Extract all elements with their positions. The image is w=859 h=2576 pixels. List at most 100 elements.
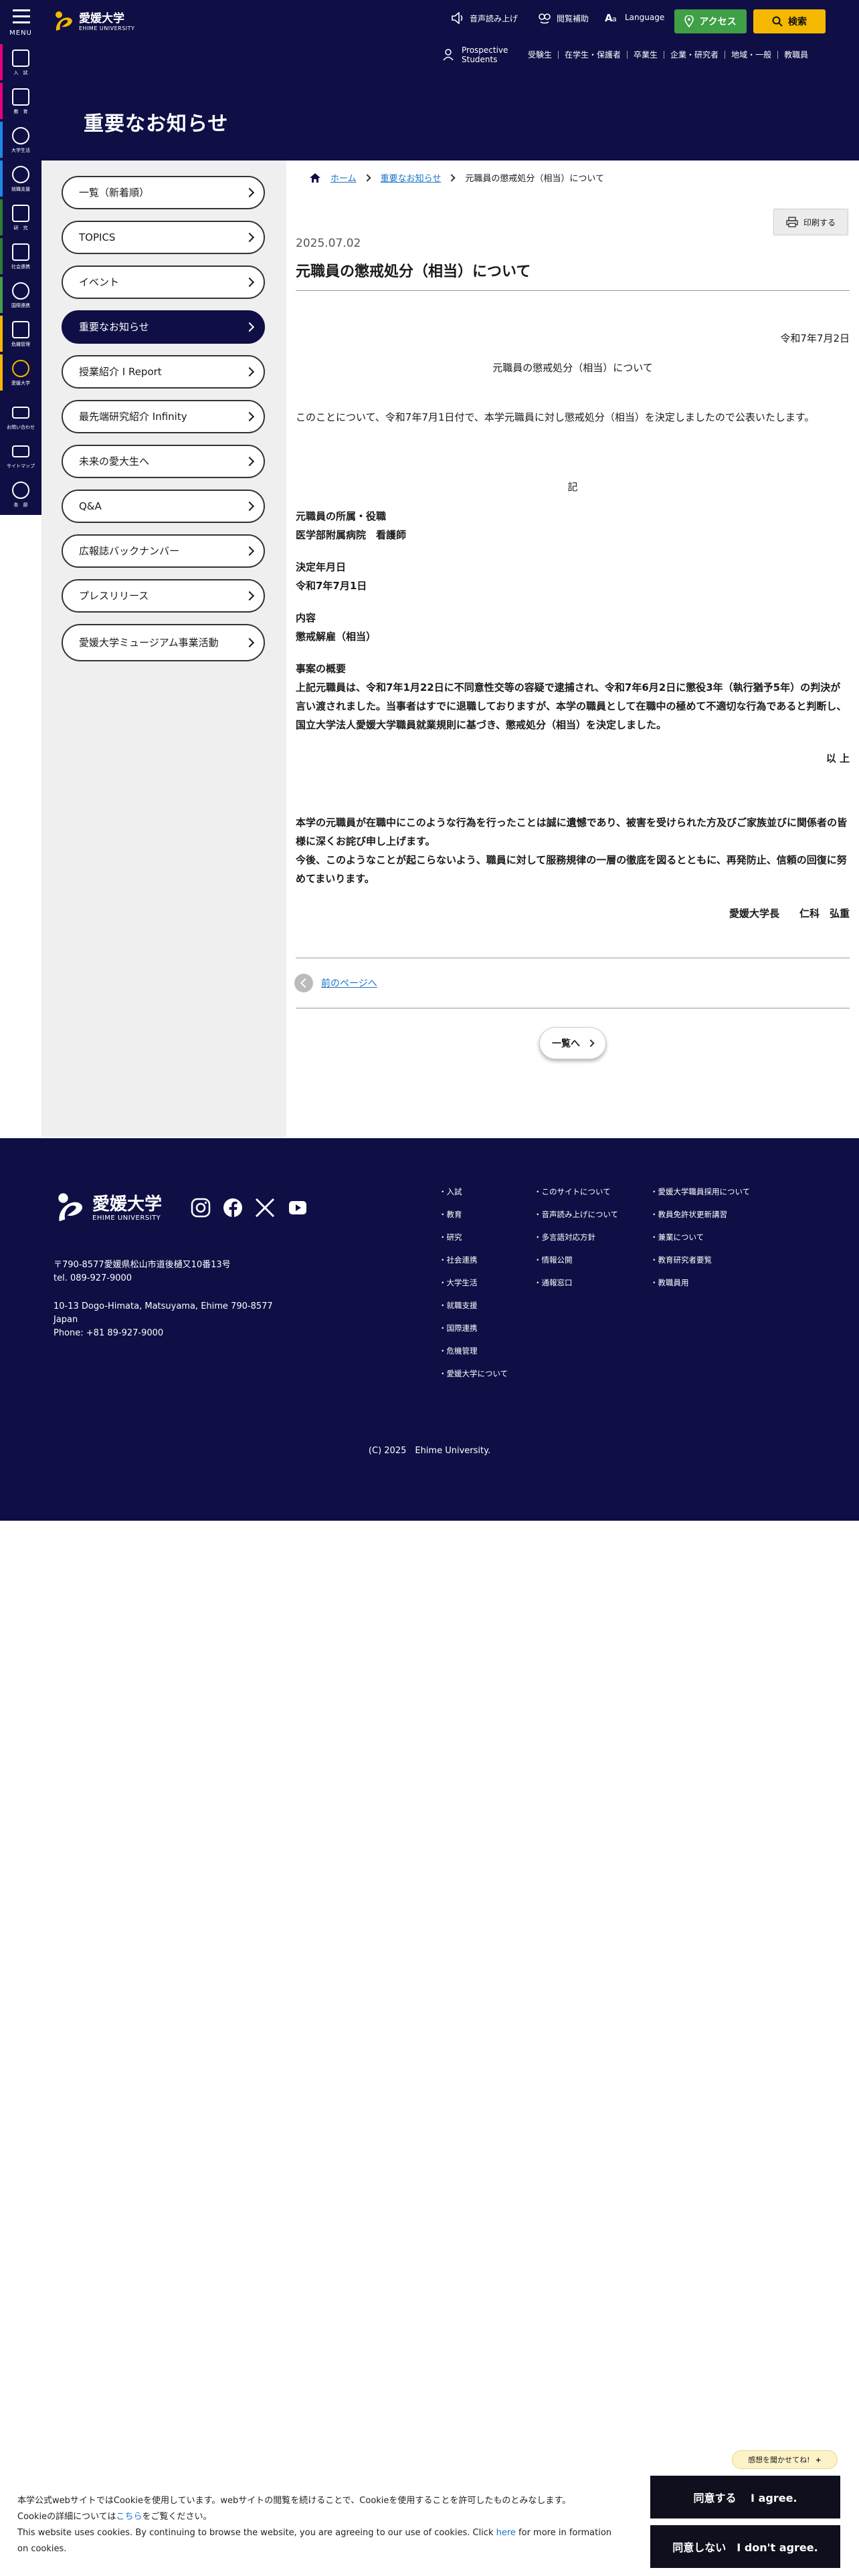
breadcrumb-parent[interactable]: 重要なお知らせ	[381, 171, 442, 184]
feedback-button[interactable]: 感想を聞かせてね! +	[732, 2450, 838, 2469]
rail-item-research[interactable]: 研 究	[0, 199, 41, 235]
audience-students[interactable]: 在学生・保護者	[558, 51, 627, 59]
site-logo[interactable]: 愛媛大学 EHIME UNIVERSITY	[52, 7, 134, 36]
map-pin-icon	[684, 15, 694, 27]
cookie-details-link-en[interactable]: here	[496, 2528, 516, 2538]
sidebar-item-label: 広報誌バックナンバー	[79, 544, 180, 557]
people-icon	[12, 127, 29, 144]
cookie-agree-button[interactable]: 同意する I agree.	[650, 2476, 840, 2518]
footer-link[interactable]: ・兼業について	[650, 1232, 750, 1255]
footer-link[interactable]: ・このサイトについて	[534, 1186, 618, 1209]
school-icon	[12, 88, 29, 106]
rail-item-about[interactable]: 愛媛大学	[0, 354, 41, 391]
sidebar-item-ireport[interactable]: 授業紹介 I Report	[62, 355, 265, 389]
audience-examinees[interactable]: 受験生	[522, 51, 558, 59]
instagram-icon[interactable]	[190, 1197, 211, 1218]
cookie-banner: 本学公式webサイトではCookieを使用しています。webサイトの閲覧を続ける…	[0, 2469, 859, 2576]
cookie-message: 本学公式webサイトではCookieを使用しています。webサイトの閲覧を続ける…	[17, 2493, 619, 2557]
cookie-line1: 本学公式webサイトではCookieを使用しています。webサイトの閲覧を続ける…	[17, 2496, 571, 2506]
footer-link[interactable]: ・研究	[439, 1232, 508, 1255]
footer-link[interactable]: ・国際連携	[439, 1323, 508, 1346]
reading-aid-label: 閲覧補助	[557, 13, 589, 23]
rail-item-career[interactable]: 就職支援	[0, 160, 41, 197]
read-aloud-label: 音声読み上げ	[470, 13, 518, 23]
person-icon	[12, 166, 29, 183]
address-en-line1: 10-13 Dogo-Himata, Matsuyama, Ehime 790-…	[54, 1301, 273, 1311]
read-aloud-link[interactable]: 音声読み上げ	[451, 12, 518, 24]
footer-link[interactable]: ・就職支援	[439, 1300, 508, 1323]
home-icon[interactable]	[309, 173, 321, 183]
back-to-list-button[interactable]: 一覧へ	[539, 1027, 606, 1059]
address-ja-line1: 〒790-8577愛媛県松山市道後樋又10番13号	[54, 1260, 231, 1270]
rail-item-contact[interactable]: お問い合わせ	[0, 399, 41, 435]
sidebar-item-topics[interactable]: TOPICS	[62, 221, 265, 254]
facebook-icon[interactable]	[222, 1197, 244, 1218]
rail-item-sitemap[interactable]: サイトマップ	[0, 437, 41, 473]
sidebar-item-museum[interactable]: 愛媛大学ミュージアム事業活動	[62, 624, 265, 661]
x-twitter-icon[interactable]	[254, 1197, 276, 1218]
rail-item-crisis[interactable]: 危機管理	[0, 316, 41, 352]
audience-staff[interactable]: 教職員	[777, 51, 814, 59]
prev-page-link[interactable]: 前のページへ	[321, 976, 377, 990]
footer-link[interactable]: ・通報窓口	[534, 1277, 618, 1300]
search-button[interactable]: 検索	[753, 9, 826, 33]
footer-link[interactable]: ・情報公開	[534, 1255, 618, 1277]
sidebar-item-press[interactable]: プレスリリース	[62, 579, 265, 613]
ki-marker: 記	[567, 481, 578, 493]
sidebar-item-future[interactable]: 未来の愛大生へ	[62, 445, 265, 478]
breadcrumb-home[interactable]: ホーム	[330, 171, 357, 184]
rail-item-departments[interactable]: 各 部	[0, 476, 41, 512]
sidebar-item-infinity[interactable]: 最先端研究紹介 Infinity	[62, 400, 265, 433]
audience-community[interactable]: 地域・一般	[725, 51, 777, 59]
sidebar-item-label: イベント	[79, 276, 120, 288]
access-button[interactable]: アクセス	[674, 9, 747, 33]
sidebar-item-important[interactable]: 重要なお知らせ	[62, 310, 265, 344]
chevron-left-icon[interactable]	[294, 974, 313, 992]
role-heading: 元職員の所属・役職	[296, 510, 387, 522]
reading-aid-link[interactable]: 閲覧補助	[538, 12, 589, 24]
print-button[interactable]: 印刷する	[773, 209, 848, 235]
language-link[interactable]: Aa Language	[605, 12, 664, 23]
footer-link[interactable]: ・大学生活	[439, 1277, 508, 1300]
cookie-details-link-ja[interactable]: こちら	[116, 2512, 142, 2522]
sidebar-item-events[interactable]: イベント	[62, 265, 265, 299]
rail-label: 大学生活	[11, 148, 30, 153]
sidebar-item-backnumber[interactable]: 広報誌バックナンバー	[62, 534, 265, 568]
audience-alumni[interactable]: 卒業生	[627, 51, 664, 59]
footer-link[interactable]: ・音声読み上げについて	[534, 1209, 618, 1232]
rail-item-education[interactable]: 教 育	[0, 83, 41, 119]
decision-value: 令和7年7月1日	[296, 580, 367, 592]
rail-item-social[interactable]: 社会連携	[0, 238, 41, 274]
sidebar-item-label: Q&A	[79, 500, 102, 512]
footer-link[interactable]: ・危機管理	[439, 1346, 508, 1368]
footer-link[interactable]: ・教職員用	[650, 1277, 750, 1300]
footer-link[interactable]: ・社会連携	[439, 1255, 508, 1277]
rail-item-campus-life[interactable]: 大学生活	[0, 122, 41, 158]
cookie-line2-pre: Cookieの詳細については	[17, 2512, 116, 2522]
cookie-deny-button[interactable]: 同意しない I don't agree.	[650, 2525, 840, 2568]
audience-companies[interactable]: 企業・研究者	[664, 51, 725, 59]
footer-link[interactable]: ・教員免許状更新講習	[650, 1209, 750, 1232]
sidebar-item-qa[interactable]: Q&A	[62, 490, 265, 523]
menu-button[interactable]: MENU	[0, 0, 41, 41]
footer-links-col2: ・このサイトについて ・音声読み上げについて ・多言語対応方針 ・情報公開 ・通…	[534, 1186, 618, 1300]
chevron-right-icon	[244, 366, 255, 377]
prospective-students-link[interactable]: Prospective Students	[443, 45, 515, 64]
footer-link[interactable]: ・教育	[439, 1209, 508, 1232]
footer-logo[interactable]: 愛媛大学 EHIME UNIVERSITY	[54, 1188, 162, 1228]
sidebar-item-all[interactable]: 一覧（新着順）	[62, 176, 265, 209]
footer-link[interactable]: ・教育研究者要覧	[650, 1255, 750, 1277]
rail-item-admissions[interactable]: 入 試	[0, 44, 41, 80]
hamburger-icon	[13, 9, 30, 27]
footer-link[interactable]: ・入試	[439, 1186, 508, 1209]
sidebar-item-label: 重要なお知らせ	[79, 320, 149, 333]
footer-link[interactable]: ・愛媛大学について	[439, 1368, 508, 1391]
summary-heading: 事案の概要	[296, 663, 347, 675]
footer-link[interactable]: ・多言語対応方針	[534, 1232, 618, 1255]
rail-item-international[interactable]: 国際連携	[0, 277, 41, 313]
youtube-icon[interactable]	[289, 1201, 306, 1214]
chevron-right-icon	[448, 173, 456, 182]
icon-rail: 入 試 教 育 大学生活 就職支援 研 究 社会連携 国際連携 危機管理 愛媛大	[0, 41, 41, 515]
content-heading: 内容	[296, 612, 316, 624]
footer-link[interactable]: ・愛媛大学職員採用について	[650, 1186, 750, 1209]
